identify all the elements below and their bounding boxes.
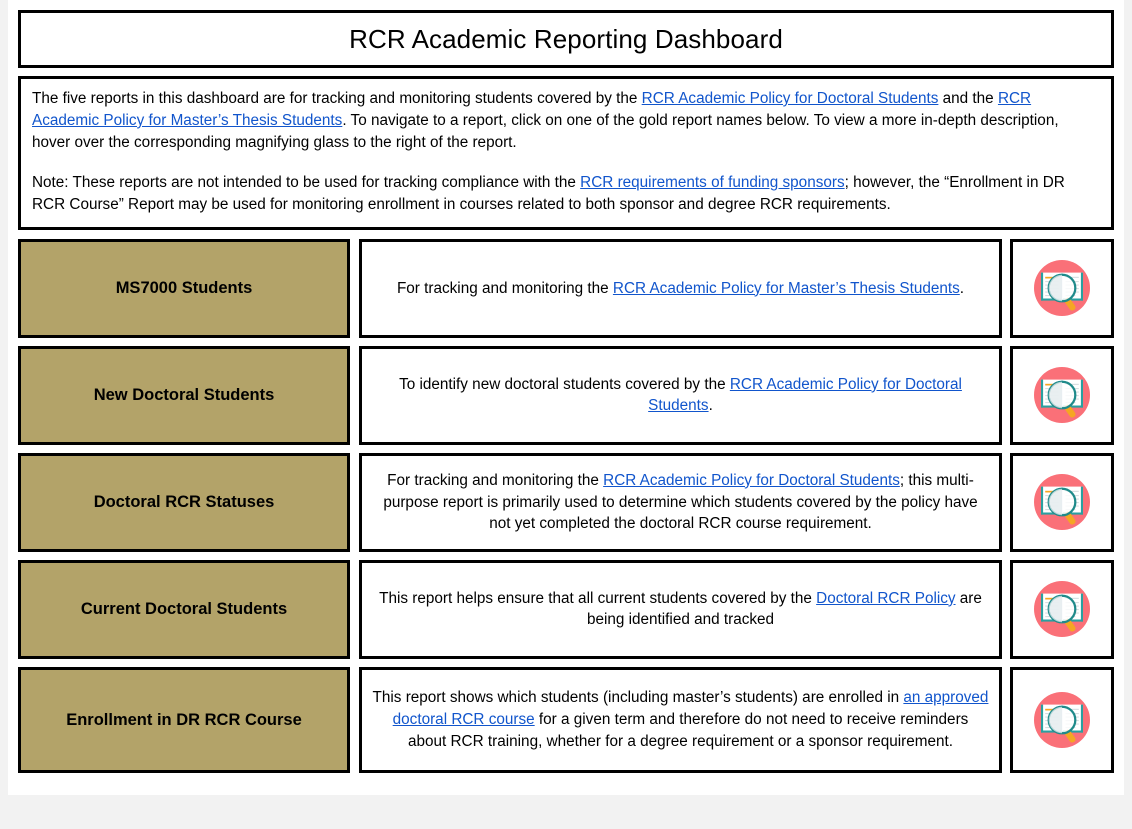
magnifying-glass-info-button[interactable] bbox=[1010, 345, 1114, 445]
report-button-current-doctoral-students[interactable]: Current Doctoral Students bbox=[18, 559, 350, 659]
report-description-cell: This report shows which students (includ… bbox=[359, 666, 1002, 773]
report-description-cell: For tracking and monitoring the RCR Acad… bbox=[359, 452, 1002, 552]
desc-text-part-2: . bbox=[959, 279, 965, 297]
report-row: Current Doctoral Students This report he… bbox=[18, 559, 1114, 659]
report-button-label: New Doctoral Students bbox=[93, 386, 275, 405]
magnifying-glass-book-icon bbox=[1027, 253, 1097, 323]
intro-p1-text-1: The five reports in this dashboard are f… bbox=[32, 90, 642, 107]
magnifying-glass-info-button[interactable] bbox=[1010, 559, 1114, 659]
link-report-policy[interactable]: RCR Academic Policy for Doctoral Student… bbox=[603, 472, 900, 489]
link-report-policy[interactable]: Doctoral RCR Policy bbox=[816, 590, 955, 607]
report-description-text: This report shows which students (includ… bbox=[372, 687, 989, 752]
magnifying-glass-book-icon bbox=[1027, 360, 1097, 430]
intro-p2-text-1: Note: These reports are not intended to … bbox=[32, 174, 581, 192]
report-description-text: This report helps ensure that all curren… bbox=[372, 588, 989, 632]
magnifying-glass-info-button[interactable] bbox=[1010, 666, 1114, 773]
magnifying-glass-book-icon bbox=[1027, 467, 1097, 537]
report-button-label: MS7000 Students bbox=[115, 279, 253, 298]
dashboard-page: RCR Academic Reporting Dashboard The fiv… bbox=[8, 0, 1124, 795]
page-title: RCR Academic Reporting Dashboard bbox=[349, 23, 783, 54]
report-button-enrollment-in-dr-rcr-course[interactable]: Enrollment in DR RCR Course bbox=[18, 666, 350, 773]
report-button-new-doctoral-students[interactable]: New Doctoral Students bbox=[18, 345, 350, 445]
magnifying-glass-info-button[interactable] bbox=[1010, 452, 1114, 552]
link-rcr-requirements-funding-sponsors[interactable]: RCR requirements of funding sponsors bbox=[580, 174, 844, 191]
desc-text-part-2: . bbox=[708, 397, 713, 415]
report-button-label: Current Doctoral Students bbox=[80, 600, 288, 619]
intro-p1-text-2: and the bbox=[938, 90, 998, 107]
magnifying-glass-book-icon bbox=[1027, 574, 1097, 644]
desc-text-part-1: This report shows which students (includ… bbox=[372, 689, 904, 707]
report-button-ms7000-students[interactable]: MS7000 Students bbox=[18, 238, 350, 338]
report-row: MS7000 Students For tracking and monitor… bbox=[18, 238, 1114, 338]
report-description-text: To identify new doctoral students covere… bbox=[372, 374, 989, 418]
intro-description-box: The five reports in this dashboard are f… bbox=[18, 76, 1114, 230]
report-list: MS7000 Students For tracking and monitor… bbox=[18, 238, 1114, 773]
desc-text-part-1: This report helps ensure that all curren… bbox=[379, 589, 817, 607]
report-description-cell: To identify new doctoral students covere… bbox=[359, 345, 1002, 445]
page-title-banner: RCR Academic Reporting Dashboard bbox=[18, 10, 1114, 68]
report-row: Enrollment in DR RCR Course This report … bbox=[18, 666, 1114, 773]
desc-text-part-1: For tracking and monitoring the bbox=[396, 279, 613, 297]
magnifying-glass-book-icon bbox=[1027, 685, 1097, 755]
report-row: Doctoral RCR Statuses For tracking and m… bbox=[18, 452, 1114, 552]
report-description-cell: For tracking and monitoring the RCR Acad… bbox=[359, 238, 1002, 338]
report-button-doctoral-rcr-statuses[interactable]: Doctoral RCR Statuses bbox=[18, 452, 350, 552]
link-report-policy[interactable]: RCR Academic Policy for Master’s Thesis … bbox=[613, 280, 960, 297]
report-button-label: Enrollment in DR RCR Course bbox=[66, 710, 302, 729]
intro-paragraph-1: The five reports in this dashboard are f… bbox=[32, 88, 1100, 153]
link-rcr-policy-doctoral-students[interactable]: RCR Academic Policy for Doctoral Student… bbox=[642, 90, 939, 107]
report-description-text: For tracking and monitoring the RCR Acad… bbox=[372, 470, 989, 535]
magnifying-glass-info-button[interactable] bbox=[1010, 238, 1114, 338]
report-button-label: Doctoral RCR Statuses bbox=[93, 493, 275, 512]
report-description-text: For tracking and monitoring the RCR Acad… bbox=[397, 278, 964, 300]
report-row: New Doctoral Students To identify new do… bbox=[18, 345, 1114, 445]
dashboard-content: RCR Academic Reporting Dashboard The fiv… bbox=[18, 10, 1114, 773]
desc-text-part-1: To identify new doctoral students covere… bbox=[399, 375, 730, 393]
desc-text-part-1: For tracking and monitoring the bbox=[387, 471, 604, 489]
intro-paragraph-2: Note: These reports are not intended to … bbox=[32, 172, 1100, 216]
report-description-cell: This report helps ensure that all curren… bbox=[359, 559, 1002, 659]
